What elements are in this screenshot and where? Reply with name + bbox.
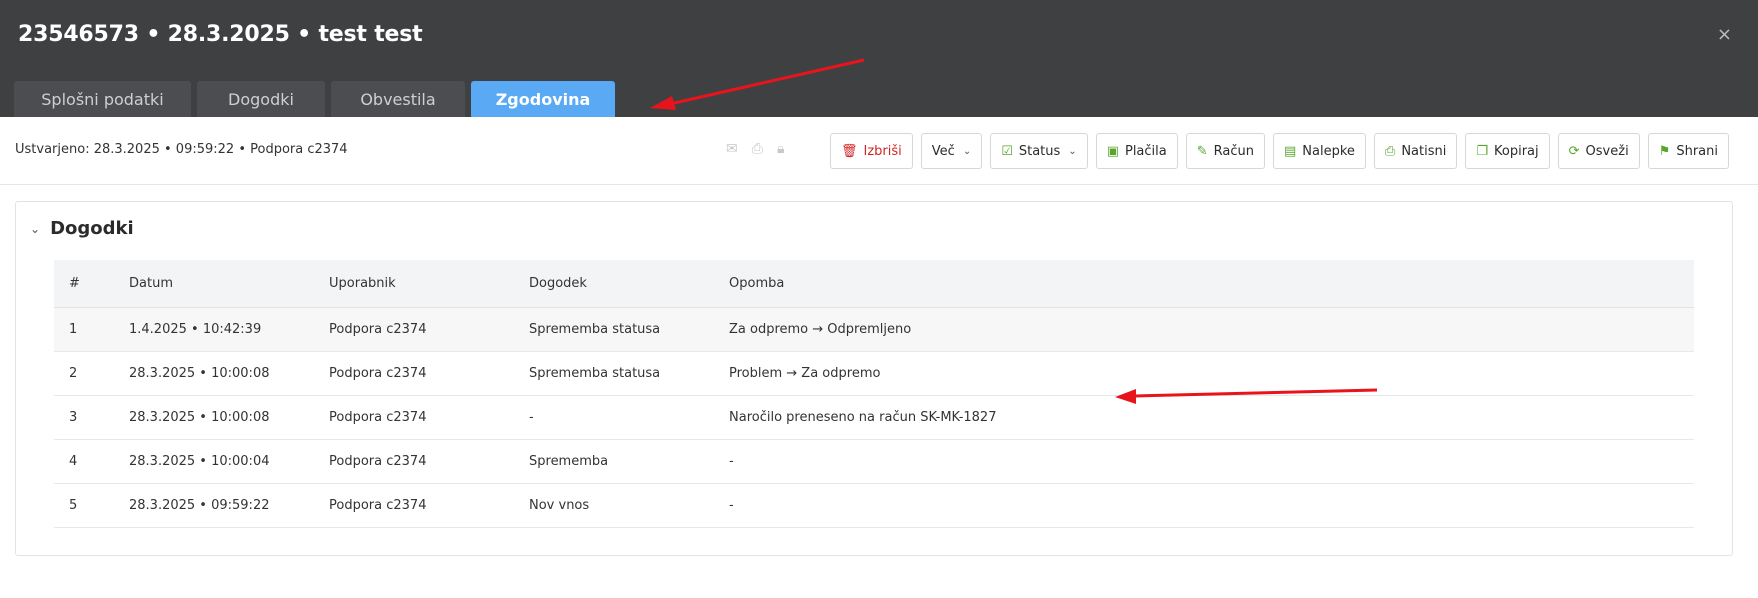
refresh-button[interactable]: ⟳ Osveži: [1557, 133, 1640, 169]
check-square-icon: ☑: [1001, 143, 1013, 159]
tab-bar: Splošni podatki Dogodki Obvestila Zgodov…: [14, 81, 621, 117]
copy-icon: ❐: [1476, 143, 1489, 159]
table-row[interactable]: 2 28.3.2025 • 10:00:08 Podpora c2374 Spr…: [54, 351, 1694, 396]
row-user: Podpora c2374: [314, 395, 514, 440]
copy-button[interactable]: ❐ Kopiraj: [1465, 133, 1550, 169]
tab-obvestila[interactable]: Obvestila: [331, 81, 465, 117]
row-user: Podpora c2374: [314, 483, 514, 528]
print-icon[interactable]: ⎙: [752, 141, 763, 157]
more-button-label: Več: [931, 143, 955, 159]
row-event: Sprememba: [514, 439, 714, 484]
panel-title: Dogodki: [50, 218, 134, 239]
status-button[interactable]: ☑ Status ⌄: [990, 133, 1088, 169]
events-panel: ⌄ Dogodki # Datum Uporabnik Dogodek Opom…: [15, 201, 1733, 556]
status-button-label: Status: [1018, 143, 1061, 159]
row-event: Sprememba statusa: [514, 351, 714, 396]
row-number: 1: [54, 307, 114, 352]
pencil-icon: ✎: [1196, 143, 1208, 159]
row-number: 4: [54, 439, 114, 484]
panel-header[interactable]: ⌄ Dogodki: [30, 218, 134, 239]
table-header-row: # Datum Uporabnik Dogodek Opomba: [54, 260, 1694, 308]
print-icon: ⎙: [1384, 143, 1396, 159]
label-icon: ▤: [1284, 143, 1297, 159]
delete-button[interactable]: 🗑︎ Izbriši: [830, 133, 913, 169]
column-header[interactable]: Opomba: [714, 260, 1694, 308]
chevron-down-icon: ⌄: [1068, 145, 1077, 157]
invoice-button[interactable]: ✎ Račun: [1185, 133, 1265, 169]
table-row[interactable]: 5 28.3.2025 • 09:59:22 Podpora c2374 Nov…: [54, 483, 1694, 528]
row-user: Podpora c2374: [314, 307, 514, 352]
table-row[interactable]: 1 1.4.2025 • 10:42:39 Podpora c2374 Spre…: [54, 307, 1694, 352]
copy-button-label: Kopiraj: [1494, 143, 1539, 159]
row-event: -: [514, 395, 714, 440]
events-table: # Datum Uporabnik Dogodek Opomba 1 1.4.2…: [54, 260, 1694, 528]
row-event: Nov vnos: [514, 483, 714, 528]
chevron-down-icon: ⌄: [962, 145, 972, 157]
row-number: 5: [54, 483, 114, 528]
column-header[interactable]: Uporabnik: [314, 260, 514, 308]
row-event: Sprememba statusa: [514, 307, 714, 352]
mini-icon-group: ✉ ⎙ 🔒︎: [726, 141, 784, 157]
print-button-label: Natisni: [1401, 143, 1447, 159]
lock-icon[interactable]: 🔒︎: [777, 141, 784, 157]
row-date: 28.3.2025 • 10:00:08: [114, 351, 314, 396]
row-user: Podpora c2374: [314, 439, 514, 484]
tab-dogodki[interactable]: Dogodki: [197, 81, 325, 117]
row-note: Naročilo preneseno na račun SK-MK-1827: [714, 395, 1694, 440]
column-header[interactable]: Datum: [114, 260, 314, 308]
row-date: 28.3.2025 • 10:00:04: [114, 439, 314, 484]
row-note: Za odpremo → Odpremljeno: [714, 307, 1694, 352]
row-number: 3: [54, 395, 114, 440]
column-header[interactable]: #: [54, 260, 114, 308]
modal-header: 23546573 • 28.3.2025 • test test × Sploš…: [0, 0, 1758, 117]
toolbar: Ustvarjeno: 28.3.2025 • 09:59:22 • Podpo…: [0, 117, 1758, 185]
tab-zgodovina[interactable]: Zgodovina: [471, 81, 615, 117]
action-buttons: 🗑︎ Izbriši Več ⌄ ☑ Status ⌄ ▣ Plačila ✎ …: [830, 133, 1729, 169]
table-row[interactable]: 4 28.3.2025 • 10:00:04 Podpora c2374 Spr…: [54, 439, 1694, 484]
row-date: 1.4.2025 • 10:42:39: [114, 307, 314, 352]
refresh-button-label: Osveži: [1585, 143, 1629, 159]
row-number: 2: [54, 351, 114, 396]
mail-icon[interactable]: ✉: [726, 141, 738, 157]
row-note: -: [714, 439, 1694, 484]
created-info: Ustvarjeno: 28.3.2025 • 09:59:22 • Podpo…: [15, 142, 348, 157]
invoice-button-label: Račun: [1213, 143, 1254, 159]
print-button[interactable]: ⎙ Natisni: [1373, 133, 1458, 169]
trash-icon: 🗑︎: [841, 143, 858, 159]
row-date: 28.3.2025 • 10:00:08: [114, 395, 314, 440]
refresh-icon: ⟳: [1568, 143, 1580, 159]
row-user: Podpora c2374: [314, 351, 514, 396]
labels-button-label: Nalepke: [1302, 143, 1355, 159]
table-row[interactable]: 3 28.3.2025 • 10:00:08 Podpora c2374 - N…: [54, 395, 1694, 440]
more-button[interactable]: Več ⌄: [920, 133, 983, 169]
payments-button[interactable]: ▣ Plačila: [1095, 133, 1178, 169]
money-icon: ▣: [1106, 143, 1119, 159]
labels-button[interactable]: ▤ Nalepke: [1273, 133, 1366, 169]
bookmark-icon: ⚑: [1658, 143, 1671, 159]
payments-button-label: Plačila: [1124, 143, 1167, 159]
delete-button-label: Izbriši: [863, 143, 902, 159]
save-button[interactable]: ⚑ Shrani: [1647, 133, 1729, 169]
tab-splosni-podatki[interactable]: Splošni podatki: [14, 81, 191, 117]
row-date: 28.3.2025 • 09:59:22: [114, 483, 314, 528]
row-note: Problem → Za odpremo: [714, 351, 1694, 396]
chevron-down-icon[interactable]: ⌄: [30, 222, 40, 236]
row-note: -: [714, 483, 1694, 528]
modal-title: 23546573 • 28.3.2025 • test test: [18, 22, 423, 47]
close-icon[interactable]: ×: [1717, 24, 1732, 45]
save-button-label: Shrani: [1676, 143, 1718, 159]
column-header[interactable]: Dogodek: [514, 260, 714, 308]
